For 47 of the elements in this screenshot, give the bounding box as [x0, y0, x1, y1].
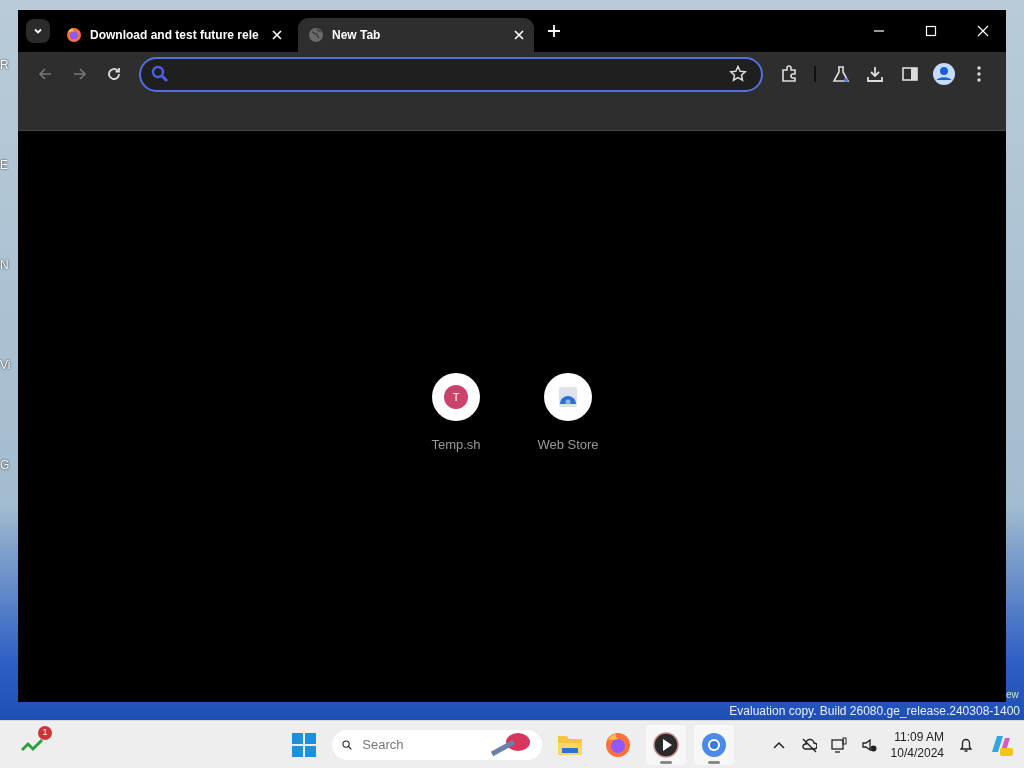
- notification-badge: 1: [38, 725, 52, 740]
- clock-time[interactable]: 11:09 AM: [894, 728, 944, 745]
- monitor-icon[interactable]: [830, 736, 847, 753]
- close-icon[interactable]: [977, 25, 989, 37]
- cloud-off-icon[interactable]: [800, 736, 817, 753]
- back-icon[interactable]: [37, 66, 54, 82]
- plus-icon[interactable]: [548, 25, 560, 37]
- speaker-muted-icon[interactable]: [860, 736, 877, 753]
- side-panel-icon[interactable]: [900, 65, 919, 83]
- close-icon[interactable]: [514, 30, 524, 40]
- close-icon[interactable]: [272, 30, 282, 40]
- profile-icon[interactable]: [933, 63, 956, 85]
- shortcut-label: Temp.sh: [431, 436, 481, 454]
- clock-date[interactable]: 10/4/2024: [890, 744, 944, 761]
- fox-icon[interactable]: [605, 731, 632, 758]
- shortcut-button[interactable]: [544, 373, 592, 421]
- play-icon[interactable]: [653, 731, 680, 758]
- download-icon[interactable]: [866, 65, 885, 83]
- flask-icon[interactable]: [831, 65, 850, 83]
- watermark-text: ew: [1006, 688, 1020, 702]
- star-icon[interactable]: [729, 65, 748, 83]
- shortcut-button[interactable]: T: [432, 373, 480, 421]
- browser-tab[interactable]: Download and test future rele: [56, 18, 292, 52]
- forward-icon[interactable]: [71, 66, 88, 82]
- search-bar[interactable]: Search: [332, 729, 543, 760]
- reload-icon[interactable]: [106, 66, 123, 82]
- address-bar[interactable]: [139, 56, 764, 92]
- shortcut-label: Web Store: [537, 436, 599, 454]
- store-icon: [557, 387, 579, 407]
- search-icon: [151, 65, 170, 83]
- fox-icon: [66, 27, 82, 43]
- browser-tab[interactable]: New Tab: [298, 18, 534, 52]
- search-field[interactable]: Search: [360, 733, 481, 756]
- watermark-text: Evaluation copy. Build 26080.ge_release.240308-1400: [729, 703, 1020, 720]
- letter-avatar: T: [444, 385, 468, 409]
- menu-icon[interactable]: [976, 66, 981, 82]
- taskbar-app-button[interactable]: [646, 724, 687, 765]
- maximize-icon[interactable]: [925, 25, 937, 37]
- globe-icon: [308, 27, 324, 43]
- puzzle-icon[interactable]: [779, 65, 798, 83]
- folder-icon[interactable]: [557, 733, 584, 756]
- bell-icon[interactable]: [958, 736, 974, 753]
- browser-icon[interactable]: [701, 731, 728, 758]
- start-icon[interactable]: [292, 732, 317, 757]
- search-highlight-drawing: [488, 731, 533, 758]
- tab-search-button[interactable]: [26, 19, 50, 43]
- chevron-down-icon[interactable]: [33, 26, 43, 36]
